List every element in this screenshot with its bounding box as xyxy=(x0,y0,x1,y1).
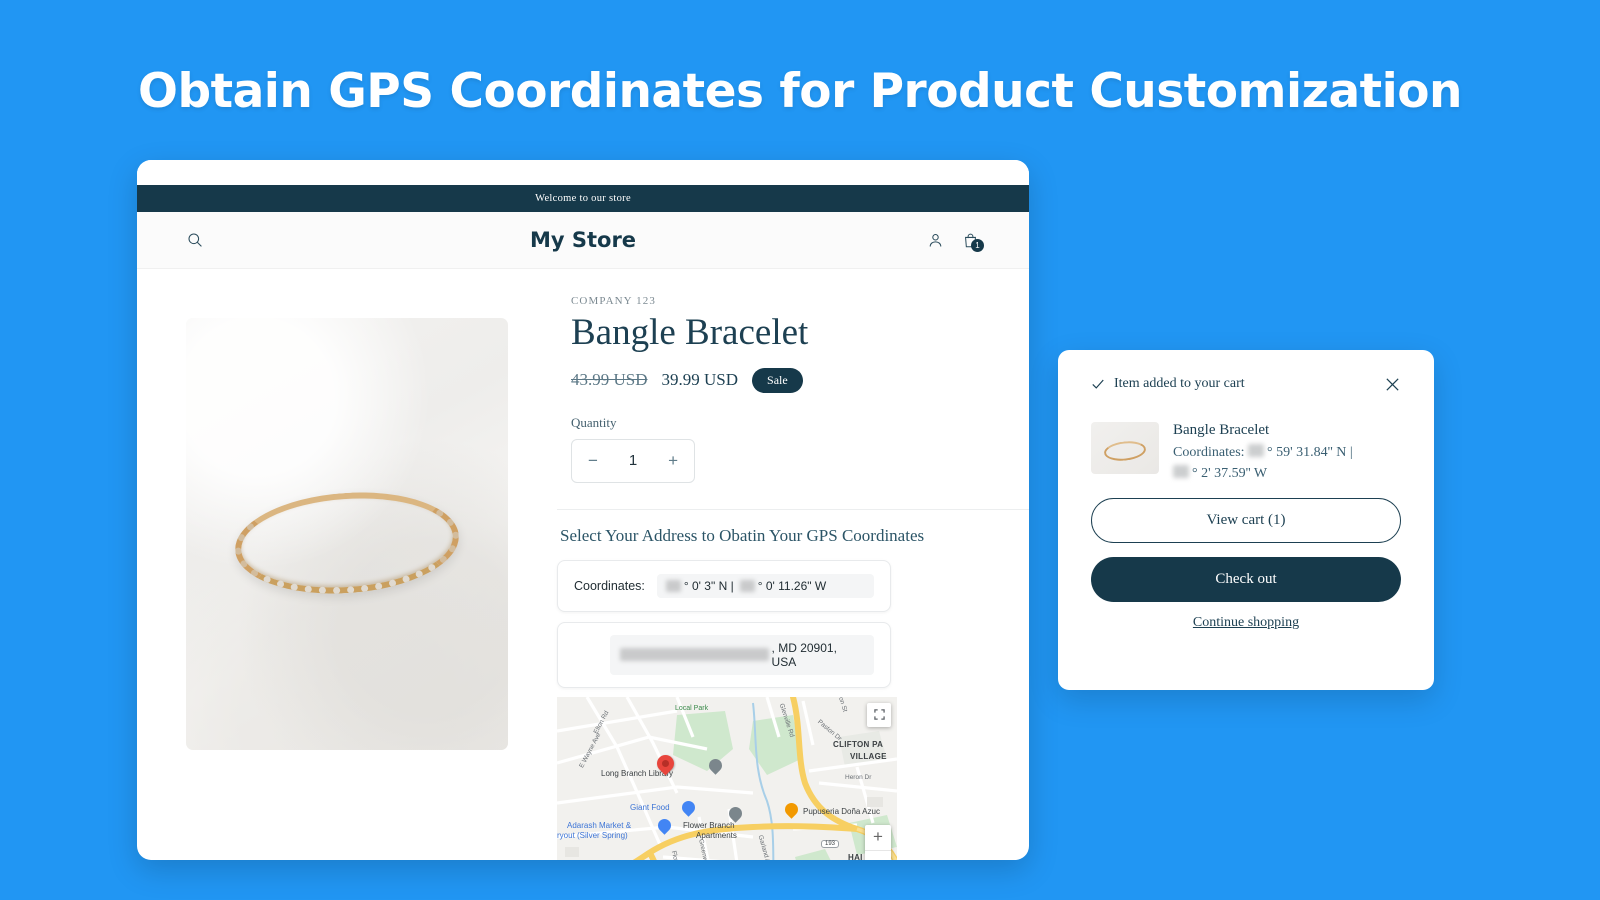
cart-drawer: Item added to your cart Bangle Bracelet … xyxy=(1058,350,1434,690)
cart-item-coordinates: Coordinates: ° 59' 31.84'' N | ° 2' 37.5… xyxy=(1173,442,1353,484)
map-marker-apartments[interactable] xyxy=(726,803,745,824)
google-map[interactable]: Local Park Long Branch Library Giant Foo… xyxy=(557,696,897,860)
coordinates-value[interactable]: ° 0' 3" N | ° 0' 11.26" W xyxy=(656,573,874,598)
announcement-text: Welcome to our store xyxy=(535,193,631,204)
store-window: Welcome to our store My Store 1 COMPANY … xyxy=(137,160,1029,860)
map-label-pupuseria: Pupuseria Doña Azuc xyxy=(803,806,880,816)
cart-coordinates-longitude: ° 2' 37.59'' W xyxy=(1192,466,1268,481)
product-image[interactable] xyxy=(186,318,508,750)
address-value[interactable]: , MD 20901, USA xyxy=(610,634,874,675)
map-marker-grocery[interactable] xyxy=(679,797,698,818)
map-label-giant-food: Giant Food xyxy=(630,802,670,812)
map-label-flower-branch: Flower Branch xyxy=(683,820,735,830)
coordinates-latitude: ° 0' 3" N | xyxy=(683,578,734,593)
quantity-label: Quantity xyxy=(571,414,617,430)
map-label-local-park: Local Park xyxy=(675,704,709,712)
map-zoom-out-button[interactable]: − xyxy=(865,851,891,860)
cart-badge: 1 xyxy=(971,238,984,252)
store-title: My Store xyxy=(529,228,637,252)
coordinates-label: Coordinates: xyxy=(574,578,645,593)
redacted-block xyxy=(1248,444,1265,457)
checkmark-icon xyxy=(1092,379,1104,389)
map-route-shield-193: 193 xyxy=(821,839,840,848)
map-marker-restaurant[interactable] xyxy=(782,799,801,820)
cart-item-title[interactable]: Bangle Bracelet xyxy=(1173,422,1353,439)
redacted-block xyxy=(620,648,769,662)
close-icon[interactable] xyxy=(1384,376,1401,398)
product-media-column xyxy=(137,295,557,860)
cart-drawer-header: Item added to your cart xyxy=(1091,376,1401,398)
price-compare-at: 43.99 USD xyxy=(571,370,648,390)
coordinates-longitude: ° 0' 11.26" W xyxy=(757,578,827,593)
map-marker-market[interactable] xyxy=(655,815,674,836)
cart-line-item: Bangle Bracelet Coordinates: ° 59' 31.84… xyxy=(1091,422,1401,484)
redacted-block xyxy=(739,579,755,592)
header-actions: 1 xyxy=(927,232,984,252)
announcement-bar: Welcome to our store xyxy=(137,185,1029,212)
store-body: COMPANY 123 Bangle Bracelet 43.99 USD 39… xyxy=(137,269,1029,860)
store-header: My Store 1 xyxy=(137,212,1029,269)
redacted-block xyxy=(1173,465,1189,478)
gps-heading: Select Your Address to Obatin Your GPS C… xyxy=(560,525,925,545)
cart-item-thumbnail[interactable] xyxy=(1091,422,1159,474)
map-label-adarash-market: Adarash Market & xyxy=(567,820,632,830)
map-zoom-controls[interactable]: + − xyxy=(865,824,891,860)
product-title: Bangle Bracelet xyxy=(571,312,809,353)
map-marker-library[interactable] xyxy=(706,755,725,776)
redacted-block xyxy=(665,579,681,592)
map-label-hai: HAI xyxy=(848,852,863,860)
bangle-thumbnail-graphic xyxy=(1103,438,1147,463)
account-icon[interactable] xyxy=(927,232,944,249)
price-current: 39.99 USD xyxy=(661,370,739,390)
product-info-column: COMPANY 123 Bangle Bracelet 43.99 USD 39… xyxy=(557,295,1029,860)
view-cart-button[interactable]: View cart (1) xyxy=(1091,498,1401,543)
quantity-decrease-button[interactable]: − xyxy=(588,451,598,471)
cart-added-message: Item added to your cart xyxy=(1091,376,1245,392)
cart-item-details: Bangle Bracelet Coordinates: ° 59' 31.84… xyxy=(1173,422,1353,484)
map-marker-selected-location[interactable] xyxy=(653,751,678,779)
cart-added-text: Item added to your cart xyxy=(1114,376,1245,391)
page-title: Obtain GPS Coordinates for Product Custo… xyxy=(138,64,1462,119)
map-label-clifton-park: CLIFTON PA xyxy=(833,739,884,749)
map-label-heron-dr: Heron Dr xyxy=(845,773,872,781)
product-vendor: COMPANY 123 xyxy=(571,295,656,307)
quantity-stepper[interactable]: − 1 + xyxy=(571,438,695,483)
cart-coordinates-latitude: ° 59' 31.84'' N | xyxy=(1267,445,1353,460)
map-label-adarash-market-2: ryout (Silver Spring) xyxy=(557,830,628,840)
map-zoom-in-button[interactable]: + xyxy=(865,825,891,851)
continue-shopping-link[interactable]: Continue shopping xyxy=(1091,615,1401,631)
cart-icon[interactable]: 1 xyxy=(962,232,984,252)
gps-section: Select Your Address to Obatin Your GPS C… xyxy=(557,508,1029,860)
quantity-increase-button[interactable]: + xyxy=(668,451,678,471)
map-label-village: VILLAGE xyxy=(850,751,887,761)
search-icon[interactable] xyxy=(187,232,203,248)
cart-coordinates-label: Coordinates: xyxy=(1173,445,1245,460)
price-row: 43.99 USD 39.99 USD Sale xyxy=(571,367,1029,393)
quantity-value[interactable]: 1 xyxy=(629,452,637,469)
status-badge: Sale xyxy=(752,367,803,393)
coordinates-field[interactable]: Coordinates: ° 0' 3" N | ° 0' 11.26" W xyxy=(557,559,891,612)
window-chrome xyxy=(137,160,1029,185)
address-text: , MD 20901, USA xyxy=(771,640,837,669)
map-fullscreen-button[interactable] xyxy=(867,702,891,727)
address-field[interactable]: , MD 20901, USA xyxy=(557,621,891,688)
checkout-button[interactable]: Check out xyxy=(1091,557,1401,602)
